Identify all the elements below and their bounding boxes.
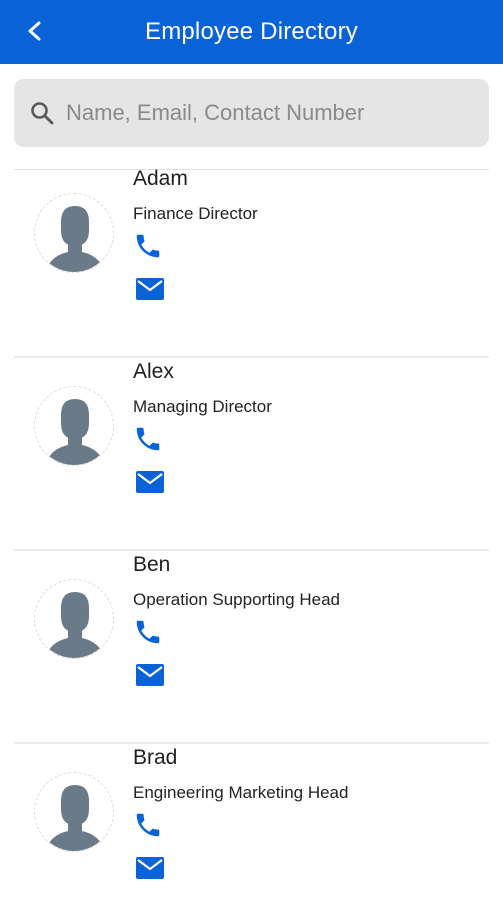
- avatar: [34, 772, 114, 852]
- app-screen: Employee Directory Adam Finance Director: [0, 0, 503, 900]
- employee-role: Managing Director: [133, 397, 272, 416]
- call-button[interactable]: [133, 424, 167, 454]
- mail-icon: [136, 278, 164, 300]
- mail-icon: [136, 664, 164, 686]
- phone-icon: [136, 813, 160, 837]
- avatar: [34, 386, 114, 466]
- person-avatar-icon: [45, 592, 105, 658]
- phone-icon: [136, 234, 160, 258]
- employee-list: Adam Finance Director Alex Managing Dire…: [0, 165, 503, 900]
- search-bar[interactable]: [14, 79, 489, 147]
- mail-icon: [136, 857, 164, 879]
- avatar: [34, 193, 114, 273]
- person-avatar-icon: [45, 206, 105, 272]
- chevron-left-icon: [28, 21, 41, 41]
- call-button[interactable]: [133, 617, 167, 647]
- email-button[interactable]: [135, 663, 165, 687]
- call-button[interactable]: [133, 810, 167, 840]
- phone-icon: [136, 427, 160, 451]
- back-button[interactable]: [18, 14, 52, 48]
- employee-role: Operation Supporting Head: [133, 590, 340, 609]
- employee-role: Engineering Marketing Head: [133, 783, 349, 802]
- employee-row[interactable]: Alex Managing Director: [0, 358, 503, 551]
- search-icon: [28, 99, 56, 127]
- phone-icon: [136, 620, 160, 644]
- mail-icon: [136, 471, 164, 493]
- employee-name: Brad: [133, 746, 178, 769]
- avatar: [34, 579, 114, 659]
- employee-row[interactable]: Adam Finance Director: [0, 165, 503, 358]
- person-avatar-icon: [45, 399, 105, 465]
- employee-row[interactable]: Ben Operation Supporting Head: [0, 551, 503, 744]
- page-title: Employee Directory: [144, 18, 358, 45]
- employee-name: Ben: [133, 553, 171, 576]
- employee-name: Alex: [133, 360, 174, 383]
- search-input[interactable]: [66, 100, 476, 126]
- employee-role: Finance Director: [133, 204, 258, 223]
- email-button[interactable]: [135, 470, 165, 494]
- call-button[interactable]: [133, 231, 167, 261]
- employee-name: Adam: [133, 167, 188, 190]
- app-header: Employee Directory: [0, 0, 503, 64]
- email-button[interactable]: [135, 856, 165, 880]
- employee-row[interactable]: Brad Engineering Marketing Head: [0, 744, 503, 900]
- email-button[interactable]: [135, 277, 165, 301]
- person-avatar-icon: [45, 785, 105, 851]
